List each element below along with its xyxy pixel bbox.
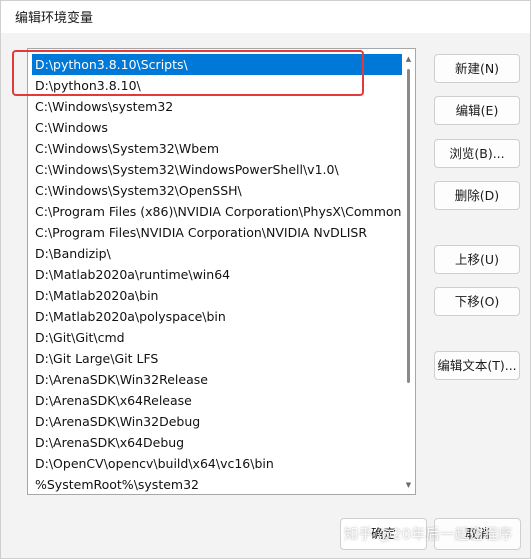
move-down-button[interactable]: 下移(O) (434, 287, 520, 316)
path-list-item[interactable]: D:\python3.8.10\ (32, 75, 402, 96)
path-list-item[interactable]: %SystemRoot%\system32 (32, 474, 402, 494)
path-list-item[interactable]: C:\Program Files (x86)\NVIDIA Corporatio… (32, 201, 402, 222)
path-list-item[interactable]: D:\Matlab2020a\polyspace\bin (32, 306, 402, 327)
path-list-item[interactable]: D:\Git\Git\cmd (32, 327, 402, 348)
vertical-scrollbar[interactable]: ▲ ▼ (405, 55, 412, 489)
path-list-item[interactable]: D:\Matlab2020a\bin (32, 285, 402, 306)
path-list[interactable]: ▲ ▼ D:\python3.8.10\Scripts\ D:\python3.8… (27, 48, 416, 495)
delete-button[interactable]: 删除(D) (434, 181, 520, 210)
scroll-down-arrow-icon[interactable]: ▼ (405, 481, 412, 489)
path-list-item[interactable]: C:\Windows (32, 117, 402, 138)
path-list-item[interactable]: D:\ArenaSDK\x64Debug (32, 432, 402, 453)
browse-button[interactable]: 浏览(B)... (434, 139, 520, 168)
path-list-item[interactable]: D:\Git Large\Git LFS (32, 348, 402, 369)
path-list-item[interactable]: D:\ArenaSDK\Win32Debug (32, 411, 402, 432)
edit-button[interactable]: 编辑(E) (434, 96, 520, 125)
path-list-item[interactable]: D:\ArenaSDK\x64Release (32, 390, 402, 411)
path-list-item[interactable]: C:\Windows\System32\Wbem (32, 138, 402, 159)
path-list-item[interactable]: C:\Windows\System32\WindowsPowerShell\v1… (32, 159, 402, 180)
edit-environment-variable-dialog: 编辑环境变量 ▲ ▼ D:\python3.8.10\Scripts\ D:\py… (0, 0, 531, 559)
path-list-item[interactable]: D:\Matlab2020a\runtime\win64 (32, 264, 402, 285)
path-list-item[interactable]: C:\Windows\System32\OpenSSH\ (32, 180, 402, 201)
new-button[interactable]: 新建(N) (434, 54, 520, 83)
ok-button[interactable]: 确定 (340, 518, 427, 550)
path-list-item[interactable]: C:\Windows\system32 (32, 96, 402, 117)
path-list-item[interactable]: D:\Bandizip\ (32, 243, 402, 264)
scroll-up-arrow-icon[interactable]: ▲ (405, 55, 412, 63)
titlebar: 编辑环境变量 (1, 1, 530, 33)
path-list-item[interactable]: D:\python3.8.10\Scripts\ (32, 54, 402, 75)
path-list-item[interactable]: D:\OpenCV\opencv\build\x64\vc16\bin (32, 453, 402, 474)
path-list-item[interactable]: D:\ArenaSDK\Win32Release (32, 369, 402, 390)
move-up-button[interactable]: 上移(U) (434, 245, 520, 274)
scroll-thumb[interactable] (407, 69, 410, 383)
cancel-button[interactable]: 取消 (434, 518, 521, 550)
edit-text-button[interactable]: 编辑文本(T)... (434, 351, 520, 380)
window-title: 编辑环境变量 (15, 11, 94, 26)
path-list-item[interactable]: C:\Program Files\NVIDIA Corporation\NVID… (32, 222, 402, 243)
